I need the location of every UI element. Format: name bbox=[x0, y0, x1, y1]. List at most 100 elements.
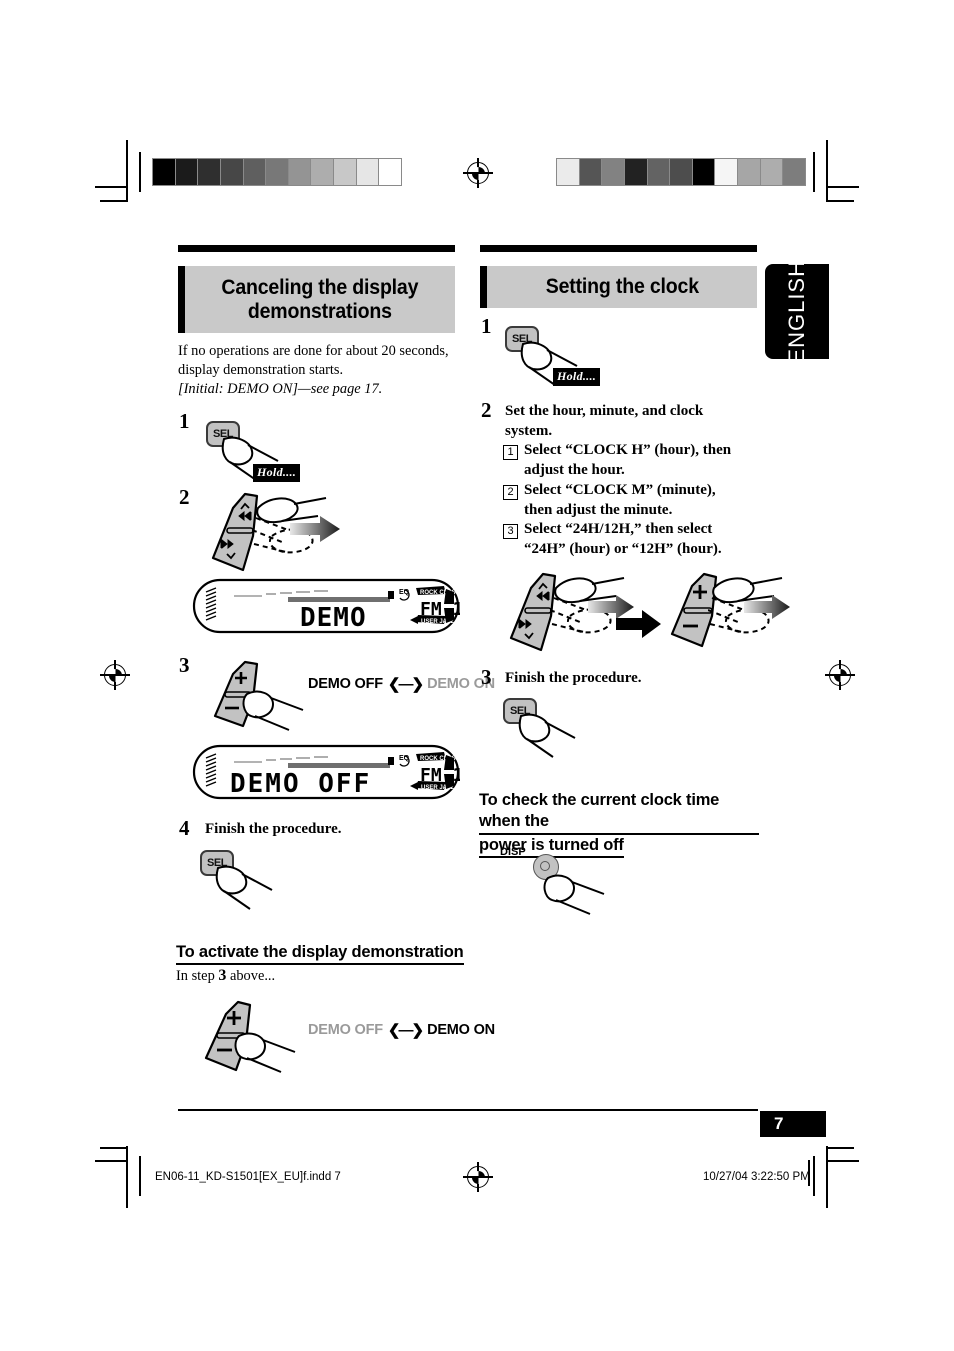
wedge-step bbox=[737, 159, 760, 185]
left-subsection-title: To activate the display demonstration bbox=[176, 942, 464, 966]
crop-mark-bottom-right-vertical-2 bbox=[813, 1156, 815, 1196]
wedge-step bbox=[557, 159, 579, 185]
black-transition-arrow bbox=[616, 610, 661, 638]
wedge-step bbox=[714, 159, 738, 185]
right-substep-3: 3 Select “24H/12H,” then select “24H” (h… bbox=[503, 520, 758, 560]
hold-label-left-step1: Hold.... bbox=[253, 464, 301, 482]
wedge-step bbox=[646, 159, 670, 185]
demo-toggle-step3: DEMO OFF ❮—❯ DEMO ON bbox=[308, 676, 495, 692]
wedge-step bbox=[691, 159, 715, 185]
wedge-step bbox=[242, 159, 266, 185]
wedge-step bbox=[153, 159, 175, 185]
bidirectional-arrow-icon: ❮—❯ bbox=[387, 675, 424, 693]
crop-mark-bottom-right-horizontal-2 bbox=[826, 1147, 854, 1149]
crop-mark-top-right-horizontal bbox=[827, 186, 859, 188]
in-step-suffix: above... bbox=[226, 968, 276, 984]
substep-3-number: 3 bbox=[503, 524, 518, 539]
right-column-top-rule bbox=[480, 245, 757, 252]
gradient-arrow-left-step2 bbox=[290, 516, 340, 542]
left-step-3-number: 3 bbox=[179, 653, 190, 677]
right-step-2-number: 2 bbox=[481, 398, 492, 422]
left-column-top-rule bbox=[178, 245, 455, 252]
crop-mark-top-right-vertical-2 bbox=[813, 152, 815, 192]
right-substep-2: 2 Select “CLOCK M” (minute), then adjust… bbox=[503, 481, 758, 521]
lcd-band-text-2: FM 1 bbox=[420, 765, 460, 786]
crop-mark-top-left-vertical-2 bbox=[139, 152, 141, 192]
lcd-band-text-1: FM 1 bbox=[420, 599, 460, 620]
right-substep-1: 1 Select “CLOCK H” (hour), then adjust t… bbox=[503, 441, 758, 481]
substep-3-text: Select “24H/12H,” then select “24H” (hou… bbox=[524, 521, 722, 557]
right-step-3-text: Finish the procedure. bbox=[505, 670, 642, 686]
language-tab-label: ENGLISH bbox=[784, 259, 809, 364]
left-subsection-body: In step 3 above... bbox=[176, 966, 275, 986]
crop-mark-bottom-left-horizontal-2 bbox=[100, 1147, 128, 1149]
substep-2-text: Select “CLOCK M” (minute), then adjust t… bbox=[524, 482, 716, 518]
wedge-step bbox=[669, 159, 692, 185]
wedge-step bbox=[355, 159, 379, 185]
footer-timestamp: 10/27/04 3:22:50 PM bbox=[703, 1171, 810, 1183]
finger-illustration-right-step3 bbox=[518, 713, 576, 758]
right-step-3-number: 3 bbox=[481, 665, 492, 689]
page-number: 7 bbox=[774, 1114, 784, 1133]
crop-mark-top-left-horizontal-2 bbox=[100, 200, 128, 202]
left-section-header: Canceling the display demonstrations bbox=[178, 266, 455, 333]
demo-on-label-bottom: DEMO ON bbox=[427, 1022, 495, 1038]
crop-mark-bottom-right-horizontal bbox=[827, 1160, 859, 1162]
footer-filename: EN06-11_KD-S1501[EX_EU]f.indd 7 bbox=[155, 1171, 341, 1183]
crop-mark-bottom-right-vertical bbox=[826, 1146, 828, 1208]
finger-illustration-bottom bbox=[234, 1032, 296, 1073]
wedge-step bbox=[782, 159, 806, 185]
manual-page: ENGLISH Canceling the display demonstrat… bbox=[0, 0, 954, 1351]
grayscale-wedge-right bbox=[556, 158, 806, 186]
right-section-title: Setting the clock bbox=[545, 275, 699, 299]
footer-divider-line bbox=[808, 1160, 810, 1186]
substep-1-text: Select “CLOCK H” (hour), then adjust the… bbox=[524, 442, 732, 478]
disp-button-label: DISP bbox=[500, 846, 526, 858]
wedge-step bbox=[174, 159, 198, 185]
registration-mark-bottom bbox=[463, 1162, 493, 1192]
left-intro-line-1: If no operations are done for about 20 s… bbox=[178, 343, 449, 359]
left-step-1-number: 1 bbox=[179, 409, 190, 433]
demo-off-label-step3: DEMO OFF bbox=[308, 676, 383, 692]
finger-illustration-left-step3 bbox=[242, 690, 304, 731]
wedge-step bbox=[287, 159, 311, 185]
wedge-step bbox=[578, 159, 602, 185]
substep-1-number: 1 bbox=[503, 445, 518, 460]
wedge-step bbox=[333, 159, 356, 185]
wedge-step bbox=[197, 159, 220, 185]
left-step-2-number: 2 bbox=[179, 485, 190, 509]
registration-mark-left bbox=[100, 660, 130, 690]
registration-mark-top bbox=[463, 158, 493, 188]
wedge-step bbox=[601, 159, 624, 185]
lcd-display-demo-off: DEMO OFF EQ ROCK CLASSIC USER JAZZ FM 1 bbox=[192, 744, 460, 800]
hold-label-right-step1: Hold.... bbox=[553, 368, 601, 386]
wedge-step bbox=[310, 159, 334, 185]
language-tab: ENGLISH bbox=[765, 260, 829, 363]
gradient-arrow-right-b bbox=[744, 595, 790, 619]
wedge-step bbox=[378, 159, 402, 185]
left-step-4-number: 4 bbox=[179, 816, 190, 840]
wedge-step bbox=[265, 159, 288, 185]
in-step-prefix: In step bbox=[176, 968, 219, 984]
demo-toggle-bottom: DEMO OFF ❮—❯ DEMO ON bbox=[308, 1022, 495, 1038]
registration-mark-right bbox=[825, 660, 855, 690]
crop-mark-bottom-left-vertical bbox=[126, 1146, 128, 1208]
crop-mark-top-right-horizontal-2 bbox=[826, 200, 854, 202]
crop-mark-top-right-vertical bbox=[826, 140, 828, 202]
wedge-step bbox=[623, 159, 647, 185]
grayscale-wedge-left bbox=[152, 158, 402, 186]
right-step-1-number: 1 bbox=[481, 314, 492, 338]
crop-mark-top-left-horizontal bbox=[95, 186, 127, 188]
footer-rule bbox=[178, 1109, 758, 1111]
wedge-step bbox=[759, 159, 783, 185]
lcd-main-text-2: DEMO OFF bbox=[230, 769, 371, 799]
lcd-main-text-1: DEMO bbox=[300, 603, 367, 633]
left-step-4-text: Finish the procedure. bbox=[205, 821, 342, 837]
crop-mark-bottom-left-horizontal bbox=[95, 1160, 127, 1162]
page-number-bar: 7 bbox=[760, 1111, 826, 1137]
left-intro-line-2: display demonstration starts. bbox=[178, 362, 344, 378]
left-intro-line-3: [Initial: DEMO ON]—see page 17. bbox=[178, 381, 383, 397]
demo-off-label-bottom: DEMO OFF bbox=[308, 1022, 383, 1038]
wedge-step bbox=[219, 159, 243, 185]
left-section-title: Canceling the display demonstrations bbox=[221, 275, 419, 323]
